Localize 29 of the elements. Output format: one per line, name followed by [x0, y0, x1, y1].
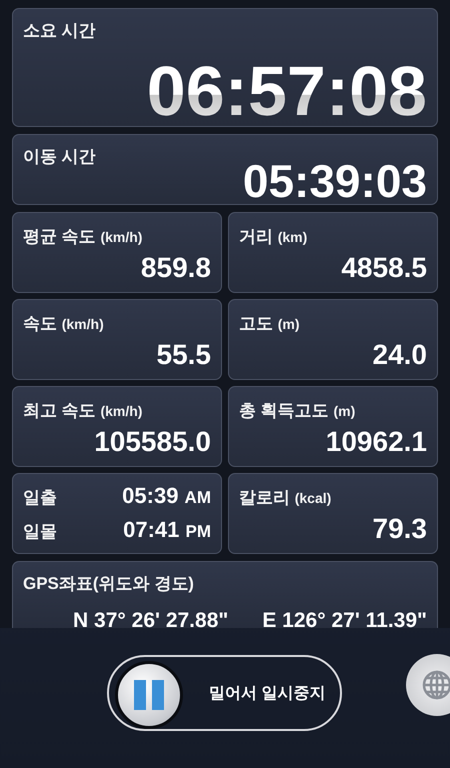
panel-label: 이동 시간	[23, 146, 97, 168]
stat-value: 859.8	[140, 252, 211, 284]
globe-button[interactable]	[406, 654, 450, 716]
stat-label: 거리 (km)	[239, 226, 308, 248]
sun-time: 05:39 AM	[122, 483, 211, 510]
globe-icon	[422, 670, 450, 700]
stat-label: 평균 속도 (km/h)	[23, 226, 144, 248]
stat-value: 24.0	[372, 338, 427, 371]
moving-time: 05:39:03	[242, 160, 427, 204]
stat-value: 55.5	[156, 338, 211, 371]
stat-value: 79.3	[372, 512, 427, 545]
latitude-value: N 37° 26' 27.88"	[73, 608, 228, 628]
stat-label: 칼로리 (kcal)	[239, 486, 332, 509]
stat-label: 속도 (km/h)	[23, 312, 105, 335]
sun-label: 일출	[23, 487, 57, 510]
stat-value: 105585.0	[94, 426, 211, 458]
pause-handle[interactable]	[115, 661, 183, 729]
pause-slider[interactable]: 밀어서 일시중지	[107, 655, 342, 731]
stat-value: 4858.5	[341, 252, 427, 284]
sun-time: 07:41 PM	[123, 516, 211, 543]
gps-label: GPS좌표(위도와 경도)	[23, 572, 195, 595]
stat-label: 고도 (m)	[239, 312, 301, 335]
longitude-value: E 126° 27' 11.39"	[262, 608, 427, 628]
stat-label: 총 획득고도 (m)	[239, 400, 356, 422]
stat-value: 10962.1	[326, 426, 427, 458]
pause-icon	[132, 680, 166, 710]
sun-label: 일몰	[23, 520, 57, 543]
stat-label: 최고 속도 (km/h)	[23, 400, 144, 422]
panel-label: 소요 시간	[23, 20, 97, 42]
